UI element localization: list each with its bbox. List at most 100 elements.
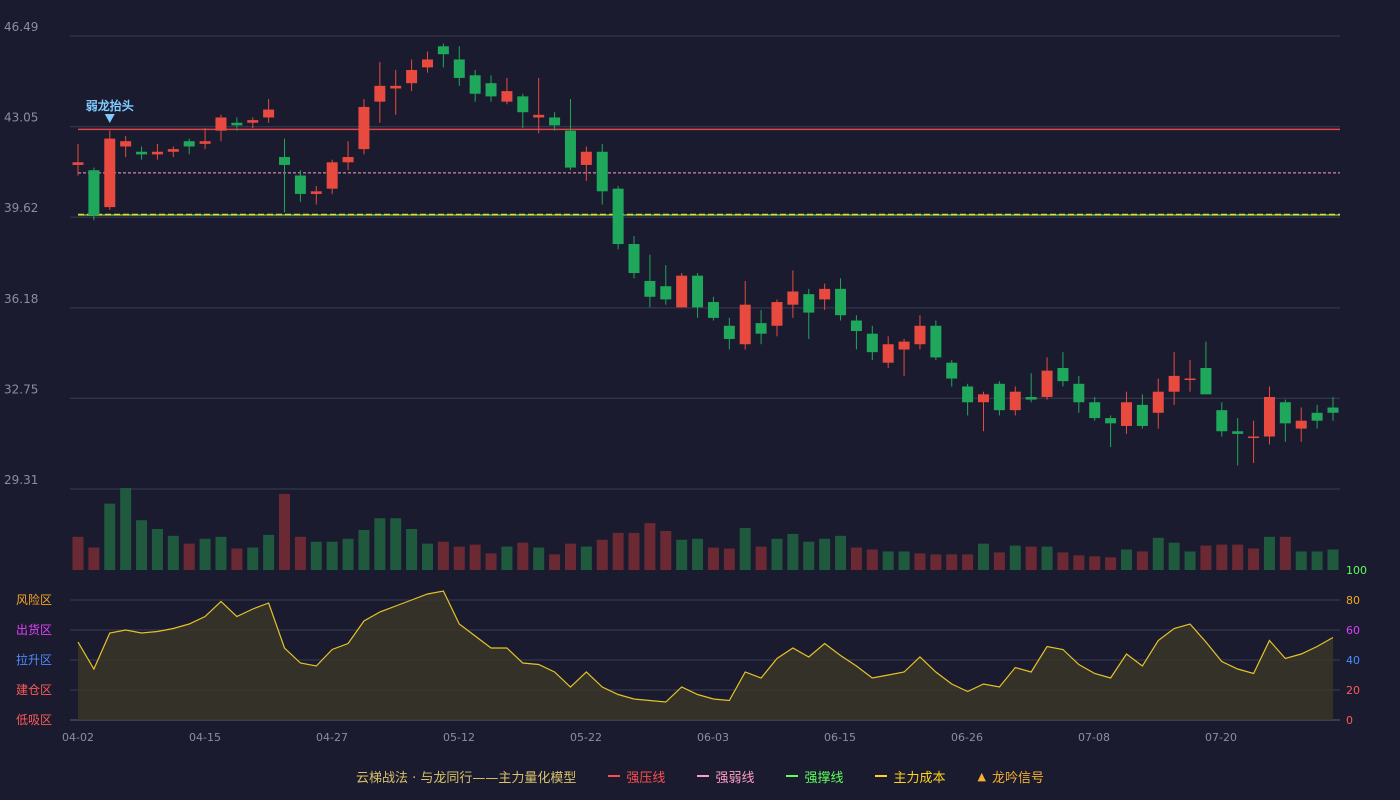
- legend-label: 龙吟信号: [991, 770, 1044, 786]
- volume-bar: [1232, 544, 1244, 570]
- candle-body: [1279, 402, 1291, 424]
- volume-bar: [215, 536, 227, 570]
- candle-body: [1120, 402, 1132, 426]
- y-tick-label: 43.05: [4, 111, 38, 125]
- x-tick-label: 06-26: [951, 731, 983, 744]
- candle-body: [310, 191, 322, 194]
- candle-body: [1009, 391, 1021, 411]
- volume-bar: [1295, 551, 1307, 570]
- volume-bar: [898, 551, 910, 570]
- candle-body: [1295, 420, 1307, 429]
- legend-item-signal: ▲ 龙吟信号: [977, 767, 1043, 786]
- legend-label: 强弱线: [715, 770, 755, 786]
- candle-body: [485, 83, 497, 97]
- volume-bar: [914, 553, 926, 570]
- legend-label: 主力成本: [893, 770, 946, 786]
- candle-body: [580, 151, 592, 165]
- candle-body: [120, 141, 132, 147]
- volume-bar: [1200, 545, 1212, 570]
- volume-bar: [1073, 555, 1085, 570]
- candle-body: [882, 344, 894, 363]
- volume-bar: [1216, 544, 1228, 570]
- volume-bar: [850, 547, 862, 570]
- candle-body: [1168, 375, 1180, 392]
- y-tick-label: 39.62: [4, 201, 38, 215]
- volume-bar: [136, 520, 148, 570]
- volume-bar: [739, 528, 751, 570]
- volume-bar: [437, 541, 449, 570]
- volume-bar: [993, 552, 1005, 570]
- candle-body: [421, 59, 433, 68]
- volume-bar: [612, 532, 624, 570]
- candle-body: [819, 288, 831, 300]
- volume-bar: [533, 547, 545, 570]
- volume-bar: [310, 541, 322, 570]
- volume-bar: [374, 518, 386, 570]
- x-tick-label: 04-02: [62, 731, 94, 744]
- volume-bar: [1025, 546, 1037, 570]
- volume-bar: [517, 542, 529, 570]
- volume-bar: [247, 547, 259, 570]
- candle-body: [676, 275, 688, 308]
- volume-bar: [231, 548, 243, 570]
- candle-body: [1025, 396, 1037, 400]
- volume-bar: [453, 546, 465, 570]
- volume-bar: [882, 551, 894, 570]
- candle-body: [564, 130, 576, 168]
- osc-tick-label: 80: [1346, 594, 1360, 607]
- candle-body: [104, 138, 116, 208]
- candle-body: [835, 288, 847, 316]
- y-axis-labels: 46.49 43.05 39.62 36.18 32.75 29.31: [4, 20, 38, 487]
- x-axis-labels: 04-02 04-15 04-27 05-12 05-22 06-03 06-15 06-26…: [62, 731, 1237, 744]
- chart-legend: 云梯战法 · 与龙同行——主力量化模型 强压线 强弱线 强撑线 主力成本 ▲ 龙…: [0, 760, 1400, 792]
- legend-label: 强压线: [626, 770, 666, 786]
- volume-bar: [978, 543, 990, 570]
- volume-bar: [803, 541, 815, 570]
- candle-body: [390, 85, 402, 89]
- candle-body: [596, 151, 608, 192]
- candle-body: [898, 341, 910, 350]
- volume-bar: [1009, 545, 1021, 570]
- candle-body: [1200, 367, 1212, 395]
- candle-body: [469, 75, 481, 94]
- signal-label: 弱龙抬头: [86, 98, 134, 113]
- volume-bar: [930, 554, 942, 570]
- volume-bar: [1089, 556, 1101, 570]
- candle-body: [612, 188, 624, 245]
- candle-body: [533, 114, 545, 118]
- volume-bar: [263, 534, 275, 570]
- osc-tick-label: 60: [1346, 624, 1360, 637]
- volume-bar: [1279, 536, 1291, 570]
- volume-bar: [644, 523, 656, 570]
- volume-bar: [755, 546, 767, 570]
- candlestick-chart: 46.49 43.05 39.62 36.18 32.75 29.31 弱龙抬头 风险区出…: [4, 20, 1367, 744]
- volume-bar: [326, 541, 338, 570]
- candle-body: [692, 275, 704, 308]
- candle-body: [151, 151, 163, 155]
- candle-body: [501, 91, 513, 102]
- volume-bar: [771, 538, 783, 570]
- candle-body: [1263, 396, 1275, 437]
- candle-body: [215, 117, 227, 131]
- zone-label: 建仓区: [16, 683, 52, 697]
- candle-body: [358, 106, 370, 150]
- volume-bar: [88, 547, 100, 570]
- volume-bar: [660, 530, 672, 570]
- volume-bar: [72, 536, 84, 570]
- volume-bar: [819, 538, 831, 570]
- candle-body: [1248, 436, 1260, 439]
- volume-bar: [1184, 551, 1196, 570]
- volume-bar: [723, 548, 735, 570]
- volume-bar: [676, 539, 688, 570]
- candle-body: [1073, 383, 1085, 403]
- reference-lines: [78, 128, 1340, 216]
- volume-bar: [342, 538, 354, 570]
- volume-bar: [596, 539, 608, 570]
- candle-body: [787, 291, 799, 305]
- candle-body: [1041, 370, 1053, 397]
- line-icon: [608, 775, 621, 777]
- candle-body: [1089, 402, 1101, 419]
- osc-area: [78, 591, 1333, 720]
- volume-bar: [1120, 549, 1132, 570]
- x-tick-label: 06-03: [697, 731, 729, 744]
